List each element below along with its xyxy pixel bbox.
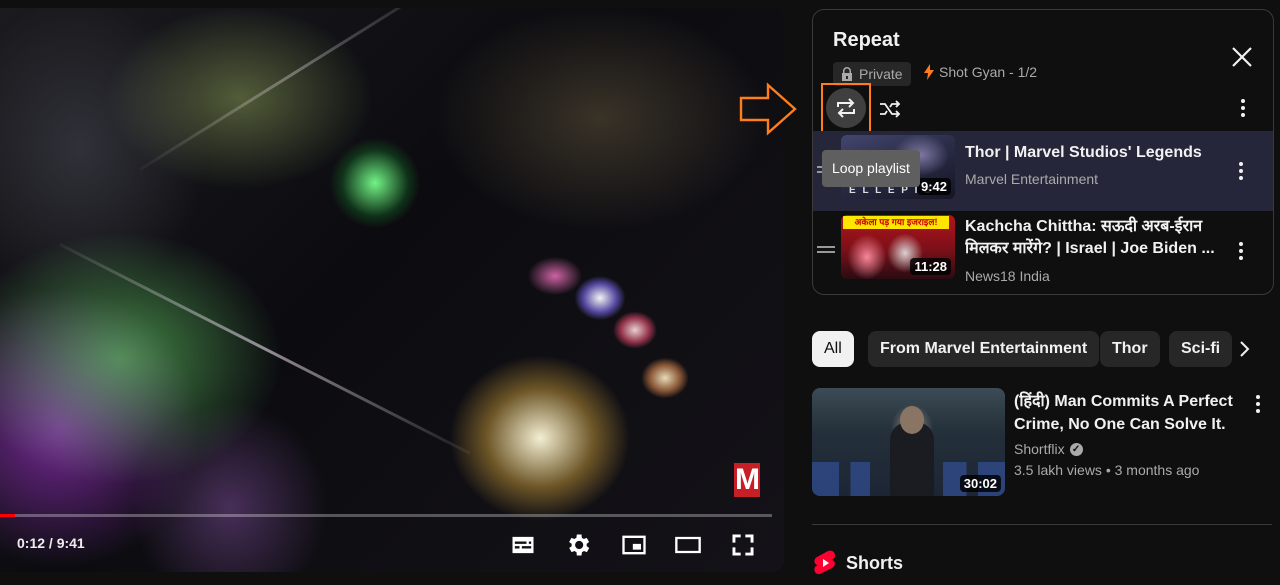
recommended-video-channel[interactable]: Shortflix ✓ [1014, 441, 1083, 457]
filter-chips: All From Marvel Entertainment Thor Sci-f… [812, 331, 1232, 367]
playlist-item-title[interactable]: Thor | Marvel Studios' Legends [965, 142, 1215, 164]
channel-name[interactable]: Shortflix [1014, 441, 1065, 457]
playlist-item-channel[interactable]: Marvel Entertainment [965, 171, 1098, 187]
playlist-item-menu-button[interactable] [1229, 239, 1253, 263]
lock-icon [842, 67, 852, 81]
playlist-title[interactable]: Repeat [833, 29, 900, 52]
miniplayer-button[interactable] [618, 529, 650, 561]
thumbnail-art [900, 406, 924, 434]
fullscreen-icon [732, 534, 754, 556]
video-player[interactable]: M 0:12 / 9:41 [0, 8, 784, 572]
playlist-more-actions-button[interactable] [1231, 96, 1255, 120]
progress-bar[interactable] [0, 514, 772, 517]
theater-mode-button[interactable] [672, 529, 704, 561]
chip-all[interactable]: All [812, 331, 854, 367]
recommended-video-title[interactable]: (हिंदी) Man Commits A Perfect Crime, No … [1014, 390, 1242, 436]
shorts-label: Shorts [846, 552, 904, 573]
settings-icon [569, 534, 590, 556]
meta-separator: • [1105, 462, 1115, 478]
shuffle-playlist-button[interactable] [875, 94, 905, 124]
time-display: 0:12 / 9:41 [17, 535, 85, 551]
recommended-video[interactable]: 30:02 (हिंदी) Man Commits A Perfect Crim… [812, 388, 1272, 498]
duration-badge: 30:02 [959, 475, 1001, 492]
recommended-video-menu-button[interactable] [1246, 392, 1270, 416]
fullscreen-button[interactable] [727, 529, 759, 561]
drag-handle-icon[interactable] [817, 246, 835, 254]
thumbnail-text: अकेला पड़ गया इजराइल! [843, 216, 949, 229]
playlist-item-title[interactable]: Kachcha Chittha: सऊदी अरब-ईरान मिलकर मार… [965, 216, 1215, 260]
playlist-owner-label[interactable]: Shot Gyan - 1/2 [939, 64, 1037, 80]
playlist-item-menu-button[interactable] [1229, 159, 1253, 183]
close-icon [1232, 47, 1252, 67]
chips-next-button[interactable] [1232, 337, 1256, 361]
progress-bar-fill [0, 514, 16, 517]
duration-badge: 11:28 [910, 258, 951, 275]
playlist-owner: Shot Gyan - 1/2 [923, 64, 1037, 80]
verified-icon: ✓ [1069, 442, 1083, 456]
theater-mode-icon [675, 536, 701, 554]
video-frame-streak [59, 243, 471, 455]
view-count: 3.5 lakh views [1014, 462, 1102, 478]
shuffle-icon [880, 100, 901, 118]
video-thumbnail[interactable]: 30:02 [812, 388, 1005, 496]
playlist-item[interactable]: अकेला पड़ गया इजराइल! 11:28 Kachcha Chit… [813, 211, 1273, 291]
settings-button[interactable] [562, 529, 594, 561]
recommended-video-meta: 3.5 lakh views • 3 months ago [1014, 462, 1199, 478]
playlist-item-channel[interactable]: News18 India [965, 268, 1050, 284]
channel-watermark-logo[interactable]: M [734, 463, 760, 497]
loop-playlist-tooltip: Loop playlist [822, 150, 920, 187]
upload-age: 3 months ago [1114, 462, 1200, 478]
chip-thor[interactable]: Thor [1100, 331, 1160, 367]
chip-sci-fi[interactable]: Sci-fi [1169, 331, 1232, 367]
chevron-right-icon [1240, 341, 1250, 357]
video-frame-streak [139, 8, 447, 171]
close-playlist-button[interactable] [1227, 42, 1257, 72]
subtitles-button[interactable] [507, 529, 539, 561]
privacy-label: Private [859, 66, 903, 82]
loop-button-background [826, 88, 866, 128]
video-thumbnail[interactable]: अकेला पड़ गया इजराइल! 11:28 [841, 215, 955, 279]
bolt-icon [924, 64, 934, 80]
miniplayer-icon [622, 535, 646, 555]
duration-badge: 9:42 [916, 178, 951, 195]
section-divider [812, 524, 1272, 525]
chip-from-marvel[interactable]: From Marvel Entertainment [868, 331, 1100, 367]
loop-icon [837, 98, 855, 118]
shorts-section-header[interactable]: Shorts [814, 550, 903, 576]
subtitles-icon [512, 536, 534, 554]
shorts-icon [814, 550, 836, 575]
loop-playlist-button[interactable] [821, 83, 871, 133]
annotation-arrow-icon [739, 82, 797, 136]
